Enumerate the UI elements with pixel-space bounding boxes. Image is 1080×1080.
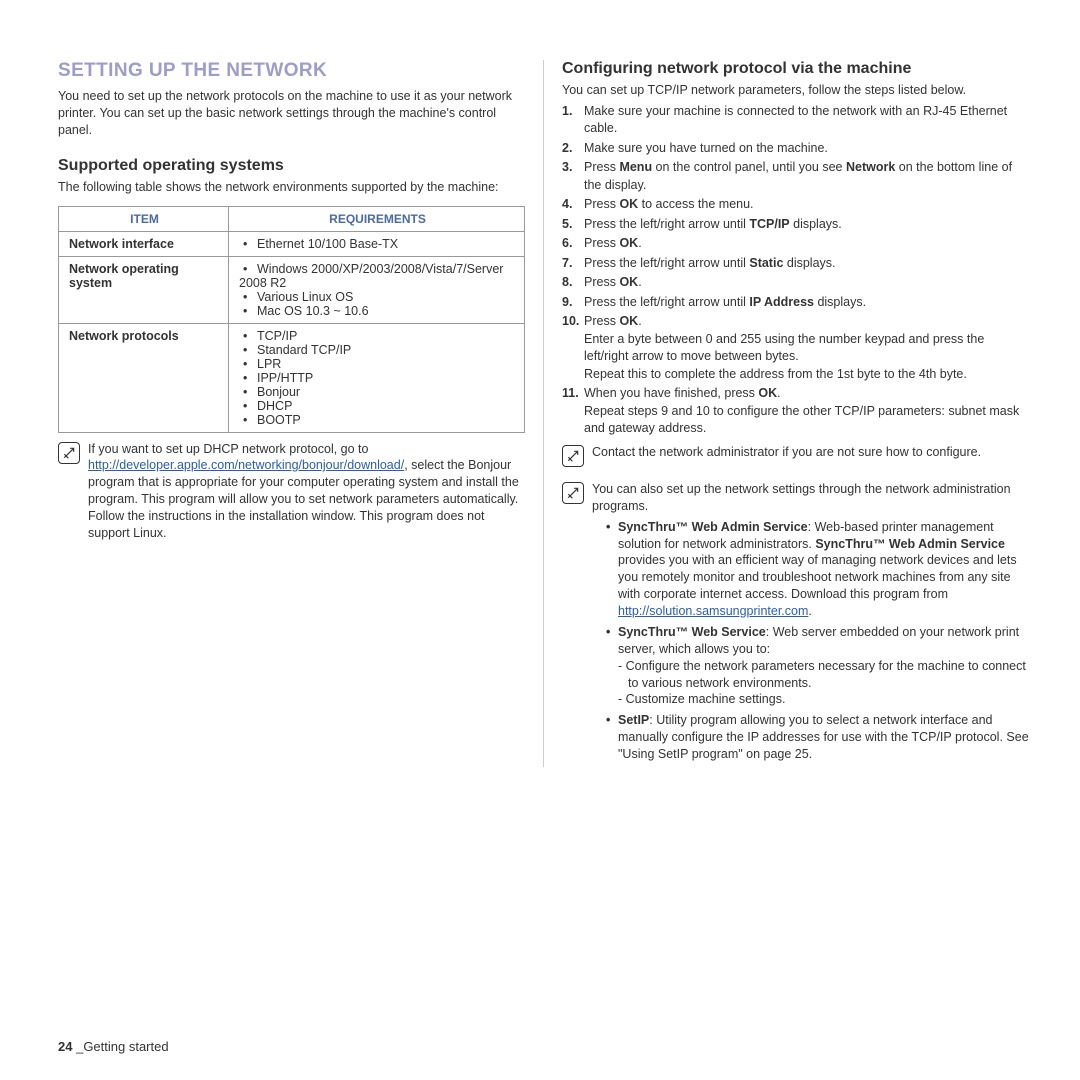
step: When you have finished, press OK. Repeat… bbox=[562, 385, 1030, 438]
table-row: Network protocols TCP/IP Standard TCP/IP… bbox=[59, 323, 525, 432]
note-text: If you want to set up DHCP network proto… bbox=[88, 442, 368, 456]
config-lead: You can set up TCP/IP network parameters… bbox=[562, 82, 1030, 99]
note-icon bbox=[562, 482, 584, 504]
step: Press OK to access the menu. bbox=[562, 196, 1030, 214]
req-item: Windows 2000/XP/2003/2008/Vista/7/Server… bbox=[239, 262, 516, 290]
footer-sep: _ bbox=[72, 1039, 83, 1054]
list-item: SyncThru™ Web Service: Web server embedd… bbox=[606, 624, 1030, 708]
cell-item: Network protocols bbox=[59, 323, 229, 432]
note-programs: You can also set up the network settings… bbox=[562, 481, 1030, 767]
samsung-link[interactable]: http://solution.samsungprinter.com bbox=[618, 604, 808, 618]
page-number: 24 bbox=[58, 1039, 72, 1054]
note-admin: Contact the network administrator if you… bbox=[562, 444, 1030, 467]
step-sub: Repeat this to complete the address from… bbox=[584, 366, 1030, 384]
req-item: LPR bbox=[239, 357, 516, 371]
supported-os-heading: Supported operating systems bbox=[58, 157, 525, 175]
programs-list: SyncThru™ Web Admin Service: Web-based p… bbox=[592, 519, 1030, 763]
step-sub: Enter a byte between 0 and 255 using the… bbox=[584, 331, 1030, 366]
th-item: ITEM bbox=[59, 206, 229, 231]
right-column: Configuring network protocol via the mac… bbox=[544, 60, 1030, 767]
cell-item: Network interface bbox=[59, 231, 229, 256]
req-item: DHCP bbox=[239, 399, 516, 413]
step: Make sure your machine is connected to t… bbox=[562, 103, 1030, 138]
intro-text: You need to set up the network protocols… bbox=[58, 88, 525, 139]
step: Press OK. bbox=[562, 274, 1030, 292]
page-footer: 24 _Getting started bbox=[58, 1039, 169, 1054]
note-body: You can also set up the network settings… bbox=[592, 481, 1030, 767]
requirements-table: ITEM REQUIREMENTS Network interface Ethe… bbox=[58, 206, 525, 433]
step: Press OK. bbox=[562, 235, 1030, 253]
step-sub: Repeat steps 9 and 10 to configure the o… bbox=[584, 403, 1030, 438]
req-item: Ethernet 10/100 Base-TX bbox=[239, 237, 516, 251]
step: Press the left/right arrow until IP Addr… bbox=[562, 294, 1030, 312]
config-heading: Configuring network protocol via the mac… bbox=[562, 60, 1030, 78]
table-row: Network interface Ethernet 10/100 Base-T… bbox=[59, 231, 525, 256]
cell-req: Windows 2000/XP/2003/2008/Vista/7/Server… bbox=[229, 256, 525, 323]
step: Press the left/right arrow until Static … bbox=[562, 255, 1030, 273]
note-body: Contact the network administrator if you… bbox=[592, 444, 1030, 461]
dash-item: Customize machine settings. bbox=[618, 691, 1030, 708]
table-row: Network operating system Windows 2000/XP… bbox=[59, 256, 525, 323]
req-item: Various Linux OS bbox=[239, 290, 516, 304]
section-title: SETTING UP THE NETWORK bbox=[58, 60, 525, 82]
note-lead: You can also set up the network settings… bbox=[592, 482, 1011, 513]
cell-req: TCP/IP Standard TCP/IP LPR IPP/HTTP Bonj… bbox=[229, 323, 525, 432]
footer-text: Getting started bbox=[83, 1039, 168, 1054]
req-item: TCP/IP bbox=[239, 329, 516, 343]
step: Press the left/right arrow until TCP/IP … bbox=[562, 216, 1030, 234]
supported-os-lead: The following table shows the network en… bbox=[58, 179, 525, 196]
note-icon bbox=[58, 442, 80, 464]
steps-list: Make sure your machine is connected to t… bbox=[562, 103, 1030, 438]
req-item: Standard TCP/IP bbox=[239, 343, 516, 357]
note-icon bbox=[562, 445, 584, 467]
note-body: If you want to set up DHCP network proto… bbox=[88, 441, 525, 542]
list-item: SetIP: Utility program allowing you to s… bbox=[606, 712, 1030, 763]
cell-req: Ethernet 10/100 Base-TX bbox=[229, 231, 525, 256]
list-item: SyncThru™ Web Admin Service: Web-based p… bbox=[606, 519, 1030, 620]
req-item: Mac OS 10.3 ~ 10.6 bbox=[239, 304, 516, 318]
step: Press Menu on the control panel, until y… bbox=[562, 159, 1030, 194]
left-column: SETTING UP THE NETWORK You need to set u… bbox=[58, 60, 544, 767]
note-dhcp: If you want to set up DHCP network proto… bbox=[58, 441, 525, 542]
req-item: BOOTP bbox=[239, 413, 516, 427]
step: Make sure you have turned on the machine… bbox=[562, 140, 1030, 158]
cell-item: Network operating system bbox=[59, 256, 229, 323]
req-item: IPP/HTTP bbox=[239, 371, 516, 385]
req-item: Bonjour bbox=[239, 385, 516, 399]
dash-item: Configure the network parameters necessa… bbox=[618, 658, 1030, 692]
step: Press OK. Enter a byte between 0 and 255… bbox=[562, 313, 1030, 383]
th-requirements: REQUIREMENTS bbox=[229, 206, 525, 231]
bonjour-link[interactable]: http://developer.apple.com/networking/bo… bbox=[88, 458, 404, 472]
